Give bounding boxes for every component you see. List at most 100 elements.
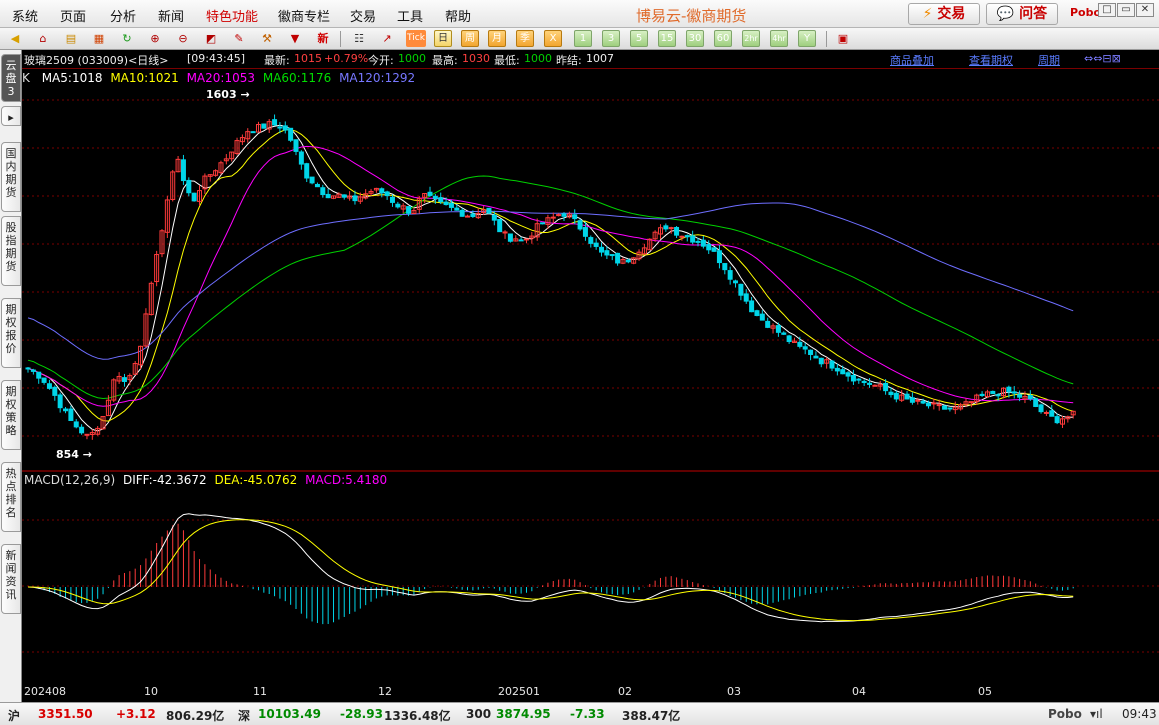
macd-dea-line bbox=[27, 519, 1074, 622]
period-day[interactable]: 日 bbox=[434, 30, 452, 47]
ask-button-label: 问答 bbox=[1019, 6, 1048, 22]
candle-down bbox=[1011, 391, 1017, 394]
candle-down bbox=[599, 246, 605, 253]
trade-button[interactable]: ⚡ 交易 bbox=[908, 3, 980, 25]
chart-grid bbox=[22, 99, 1159, 653]
table-view-icon[interactable]: ☷ bbox=[350, 30, 368, 47]
menu-news[interactable]: 新闻 bbox=[158, 6, 184, 25]
candle-down bbox=[518, 239, 524, 242]
period-month[interactable]: 月 bbox=[488, 30, 506, 47]
period-15min[interactable]: 15 bbox=[658, 30, 676, 47]
period-quarter[interactable]: 季 bbox=[516, 30, 534, 47]
home-icon[interactable]: ⌂ bbox=[34, 30, 52, 47]
period-60min[interactable]: 60 bbox=[714, 30, 732, 47]
period-5min[interactable]: 5 bbox=[630, 30, 648, 47]
tab-option-quotes[interactable]: 期权报价 bbox=[1, 298, 21, 368]
tab-index-futures[interactable]: 股指期货 bbox=[1, 216, 21, 286]
date-tick: 04 bbox=[852, 685, 866, 698]
candle-down bbox=[470, 213, 476, 218]
trade-button-label: 交易 bbox=[937, 6, 966, 22]
last-price: 1015 bbox=[294, 52, 322, 65]
news-icon[interactable]: 新 bbox=[314, 30, 332, 47]
menu-page[interactable]: 页面 bbox=[60, 6, 86, 25]
sh-label: 沪 bbox=[8, 709, 21, 723]
menu-bar: 系统 页面 分析 新闻 特色功能 徽商专栏 交易 工具 帮助 博易云-徽商期货 … bbox=[0, 0, 1159, 28]
trend-line-icon[interactable]: ↗ bbox=[378, 30, 396, 47]
candle-down bbox=[690, 235, 696, 243]
lightning-icon: ⚡ bbox=[922, 6, 933, 22]
candlesticks bbox=[25, 114, 1076, 440]
date-tick: 03 bbox=[727, 685, 741, 698]
period-week[interactable]: 周 bbox=[461, 30, 479, 47]
tab-expand-arrow[interactable]: ▸ bbox=[1, 106, 21, 126]
overlay-commodity-link[interactable]: 商品叠加 bbox=[890, 52, 934, 68]
candle-down bbox=[786, 335, 792, 343]
period-1min[interactable]: 1 bbox=[574, 30, 592, 47]
candle-down bbox=[942, 405, 948, 410]
macd-panel bbox=[27, 513, 1074, 625]
candle-down bbox=[840, 369, 846, 375]
kline-chart[interactable]: 1603 → 854 → bbox=[22, 70, 1159, 684]
candle-down bbox=[716, 250, 722, 264]
ma20-line bbox=[27, 145, 1074, 407]
toolbar-separator bbox=[826, 31, 827, 47]
date-tick: 02 bbox=[618, 685, 632, 698]
candle-down bbox=[1006, 386, 1012, 393]
tab-domestic-futures[interactable]: 国内期货 bbox=[1, 142, 21, 212]
settings-panel-icon[interactable]: ▣ bbox=[834, 30, 852, 47]
candle-down bbox=[947, 407, 953, 410]
period-4hr[interactable]: 4hr bbox=[770, 30, 788, 47]
candle-up bbox=[668, 227, 674, 230]
ask-button[interactable]: 💬 问答 bbox=[986, 3, 1058, 25]
toolbar: ◀ ⌂ ▤ ▦ ↻ ⊕ ⊖ ◩ ✎ ⚒ ▼ 新 ☷ ↗ Tick 日 周 月 季… bbox=[0, 28, 1159, 50]
tick-icon[interactable]: Tick bbox=[406, 30, 426, 47]
candle-down bbox=[282, 125, 288, 131]
bar-chart-icon[interactable]: ▦ bbox=[90, 30, 108, 47]
menu-tools[interactable]: 工具 bbox=[397, 6, 423, 25]
close-button[interactable]: ✕ bbox=[1136, 3, 1154, 17]
period-link[interactable]: 周期 bbox=[1038, 52, 1060, 68]
refresh-icon[interactable]: ↻ bbox=[118, 30, 136, 47]
min-price-annotation: 854 → bbox=[56, 448, 92, 461]
tab-news[interactable]: 新闻资讯 bbox=[1, 544, 21, 614]
view-options-link[interactable]: 查看期权 bbox=[969, 52, 1013, 68]
menu-help[interactable]: 帮助 bbox=[445, 6, 471, 25]
draw-pen-icon[interactable]: ✎ bbox=[230, 30, 248, 47]
candle-down bbox=[867, 382, 873, 385]
period-30min[interactable]: 30 bbox=[686, 30, 704, 47]
candle-down bbox=[845, 372, 851, 377]
menu-analysis[interactable]: 分析 bbox=[110, 6, 136, 25]
menu-column[interactable]: 徽商专栏 bbox=[278, 6, 330, 25]
period-2hr[interactable]: 2hr bbox=[742, 30, 760, 47]
filter-icon[interactable]: ▼ bbox=[286, 30, 304, 47]
candle-down bbox=[695, 240, 701, 243]
menu-trade[interactable]: 交易 bbox=[350, 6, 376, 25]
minimize-button[interactable]: □ bbox=[1098, 3, 1116, 17]
candle-down bbox=[379, 188, 385, 194]
layout-switch-icon[interactable]: ⇔⇔⊟⊠ bbox=[1084, 52, 1121, 65]
candle-down bbox=[818, 357, 824, 365]
period-x[interactable]: X bbox=[544, 30, 562, 47]
overlay-icon[interactable]: ◩ bbox=[202, 30, 220, 47]
menu-system[interactable]: 系统 bbox=[12, 6, 38, 25]
candle-up bbox=[931, 402, 937, 405]
tab-cloud-disk[interactable]: 云盘 3 bbox=[1, 54, 21, 102]
date-tick: 202408 bbox=[24, 685, 66, 698]
restore-button[interactable]: ▭ bbox=[1117, 3, 1135, 17]
zoom-out-icon[interactable]: ⊖ bbox=[174, 30, 192, 47]
menu-features[interactable]: 特色功能 bbox=[206, 6, 258, 25]
date-axis: 202408 10 11 12 202501 02 03 04 05 bbox=[22, 684, 1159, 700]
clock-time: 09:43 bbox=[1122, 707, 1157, 721]
tab-option-strategy[interactable]: 期权策略 bbox=[1, 380, 21, 450]
period-3min[interactable]: 3 bbox=[602, 30, 620, 47]
tab-hot-ranking[interactable]: 热点排名 bbox=[1, 462, 21, 532]
period-year[interactable]: Y bbox=[798, 30, 816, 47]
tools-icon[interactable]: ⚒ bbox=[258, 30, 276, 47]
back-arrow-icon[interactable]: ◀ bbox=[6, 30, 24, 47]
candle-down bbox=[733, 280, 739, 284]
chat-bubble-icon: 💬 bbox=[996, 6, 1015, 22]
candle-down bbox=[68, 408, 74, 422]
zoom-in-icon[interactable]: ⊕ bbox=[146, 30, 164, 47]
database-icon[interactable]: ▤ bbox=[62, 30, 80, 47]
candle-down bbox=[775, 325, 781, 333]
